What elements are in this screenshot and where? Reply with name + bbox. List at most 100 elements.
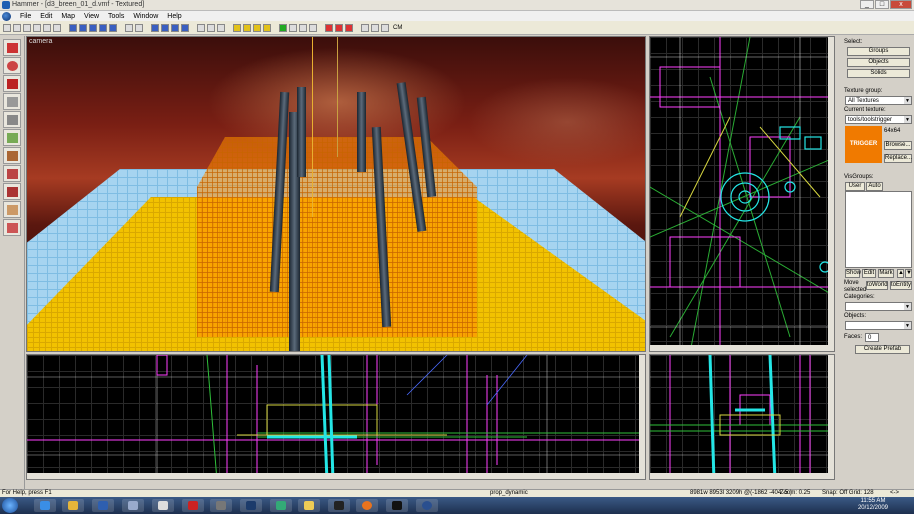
front-view-viewport[interactable] bbox=[26, 354, 646, 480]
helpers-icon[interactable] bbox=[43, 23, 51, 32]
clipping-tool[interactable] bbox=[3, 201, 21, 218]
decal-tool[interactable] bbox=[3, 165, 21, 182]
menu-tools[interactable]: Tools bbox=[108, 13, 124, 20]
objects-select[interactable]: ▼ bbox=[845, 321, 912, 330]
show-icon[interactable] bbox=[171, 23, 179, 32]
taskbar-app[interactable] bbox=[210, 499, 232, 512]
overlay-tool[interactable] bbox=[3, 183, 21, 200]
selection-tool[interactable] bbox=[3, 39, 21, 56]
ungroup-icon[interactable] bbox=[89, 23, 97, 32]
tab-auto[interactable]: Auto bbox=[866, 182, 883, 191]
prop-pillar[interactable] bbox=[357, 92, 366, 172]
solids-button[interactable]: Solids bbox=[847, 69, 910, 78]
groups-button[interactable]: Groups bbox=[847, 47, 910, 56]
magnify-tool[interactable] bbox=[3, 57, 21, 74]
viewport-scrollbar-vertical[interactable] bbox=[828, 37, 834, 351]
particle-browser-icon[interactable] bbox=[309, 23, 317, 32]
maximize-button[interactable]: □ bbox=[875, 0, 889, 9]
chevron-down-icon[interactable]: ▼ bbox=[904, 322, 911, 329]
show-button[interactable]: Show bbox=[845, 269, 861, 278]
texture-group-select[interactable]: All Textures ▼ bbox=[845, 96, 912, 105]
taskbar-app[interactable] bbox=[298, 499, 320, 512]
models-2d-icon[interactable] bbox=[53, 23, 61, 32]
taskbar-ie[interactable] bbox=[34, 499, 56, 512]
check-map-icon[interactable] bbox=[263, 23, 271, 32]
categories-select[interactable]: ▼ bbox=[845, 302, 912, 311]
taskbar-app[interactable] bbox=[152, 499, 174, 512]
taskbar-explorer[interactable] bbox=[62, 499, 84, 512]
to-world-icon[interactable] bbox=[109, 23, 117, 32]
redo-icon[interactable] bbox=[135, 23, 143, 32]
taskbar-app[interactable] bbox=[270, 499, 292, 512]
tab-user[interactable]: User bbox=[845, 182, 865, 191]
menu-help[interactable]: Help bbox=[167, 13, 181, 20]
camera-tool[interactable] bbox=[3, 75, 21, 92]
compile-icon[interactable] bbox=[233, 23, 241, 32]
mark-button[interactable]: Mark bbox=[878, 269, 894, 278]
camera-viewport[interactable]: camera bbox=[26, 36, 646, 352]
taskbar-filezilla[interactable] bbox=[182, 499, 204, 512]
grid-toggle-icon[interactable] bbox=[3, 23, 11, 32]
lighting-preview-icon[interactable] bbox=[335, 23, 343, 32]
taskbar-steam[interactable] bbox=[328, 499, 350, 512]
texture-lock-icon[interactable] bbox=[181, 23, 189, 32]
apply-texture-tool[interactable] bbox=[3, 147, 21, 164]
taskbar-word[interactable] bbox=[92, 499, 114, 512]
side-view-viewport[interactable] bbox=[649, 354, 835, 480]
menu-window[interactable]: Window bbox=[133, 13, 158, 20]
current-texture-select[interactable]: tools/toolstrigger ▼ bbox=[845, 115, 912, 124]
undo-icon[interactable] bbox=[125, 23, 133, 32]
visgroups-list[interactable] bbox=[845, 191, 912, 268]
viewport-scrollbar-vertical[interactable] bbox=[639, 355, 645, 479]
run-map-icon[interactable] bbox=[243, 23, 251, 32]
chevron-down-icon[interactable]: ▼ bbox=[904, 116, 911, 123]
carve-icon[interactable] bbox=[69, 23, 77, 32]
vertex-tool[interactable] bbox=[3, 219, 21, 236]
cordon-icon[interactable] bbox=[325, 23, 333, 32]
menu-edit[interactable]: Edit bbox=[40, 13, 52, 20]
top-view-viewport[interactable] bbox=[649, 36, 835, 352]
hide-items-icon[interactable] bbox=[361, 23, 369, 32]
chevron-down-icon[interactable]: ▼ bbox=[904, 303, 911, 310]
to-entity-button[interactable]: toEntity bbox=[890, 281, 912, 290]
edit-button[interactable]: Edit bbox=[862, 269, 876, 278]
instance-icon[interactable] bbox=[345, 23, 353, 32]
cm-label[interactable]: CM bbox=[393, 25, 402, 31]
chevron-down-icon[interactable]: ▼ bbox=[904, 97, 911, 104]
start-button[interactable] bbox=[2, 498, 18, 513]
menu-view[interactable]: View bbox=[84, 13, 99, 20]
taskbar-app[interactable] bbox=[416, 499, 438, 512]
trigger-brush[interactable] bbox=[197, 137, 477, 337]
sound-browser-icon[interactable] bbox=[289, 23, 297, 32]
arrow-up-icon[interactable]: ▲ bbox=[897, 269, 904, 278]
viewport-scrollbar-horizontal[interactable] bbox=[650, 345, 834, 351]
copy-icon[interactable] bbox=[207, 23, 215, 32]
viewport-scrollbar-horizontal[interactable] bbox=[27, 473, 645, 479]
taskbar-hammer[interactable] bbox=[386, 499, 408, 512]
menu-map[interactable]: Map bbox=[61, 13, 75, 20]
paste-icon[interactable] bbox=[217, 23, 225, 32]
arrow-down-icon[interactable]: ▼ bbox=[905, 269, 912, 278]
group-icon[interactable] bbox=[79, 23, 87, 32]
entity-report-icon[interactable] bbox=[253, 23, 261, 32]
faces-field[interactable]: 0 bbox=[865, 333, 879, 342]
3d-grid-icon[interactable] bbox=[33, 23, 41, 32]
create-prefab-button[interactable]: Create Prefab bbox=[855, 345, 910, 354]
browse-button[interactable]: Browse... bbox=[884, 141, 912, 150]
texture-application-tool[interactable] bbox=[3, 129, 21, 146]
to-entity-icon[interactable] bbox=[99, 23, 107, 32]
prop-pillar[interactable] bbox=[297, 87, 306, 177]
system-clock[interactable]: 11:55 AM 20/12/2009 bbox=[858, 498, 888, 512]
minimize-button[interactable]: _ bbox=[860, 0, 874, 9]
viewport-scrollbar-horizontal[interactable] bbox=[650, 473, 834, 479]
cut-icon[interactable] bbox=[197, 23, 205, 32]
objects-button[interactable]: Objects bbox=[847, 58, 910, 67]
viewport-scrollbar-vertical[interactable] bbox=[828, 355, 834, 479]
center-view-icon[interactable] bbox=[381, 23, 389, 32]
find-entity-icon[interactable] bbox=[279, 23, 287, 32]
to-world-button[interactable]: toWorld bbox=[866, 281, 888, 290]
selection-icon[interactable] bbox=[151, 23, 159, 32]
app-menu-icon[interactable] bbox=[2, 11, 11, 21]
hide-icon[interactable] bbox=[161, 23, 169, 32]
block-tool[interactable] bbox=[3, 111, 21, 128]
